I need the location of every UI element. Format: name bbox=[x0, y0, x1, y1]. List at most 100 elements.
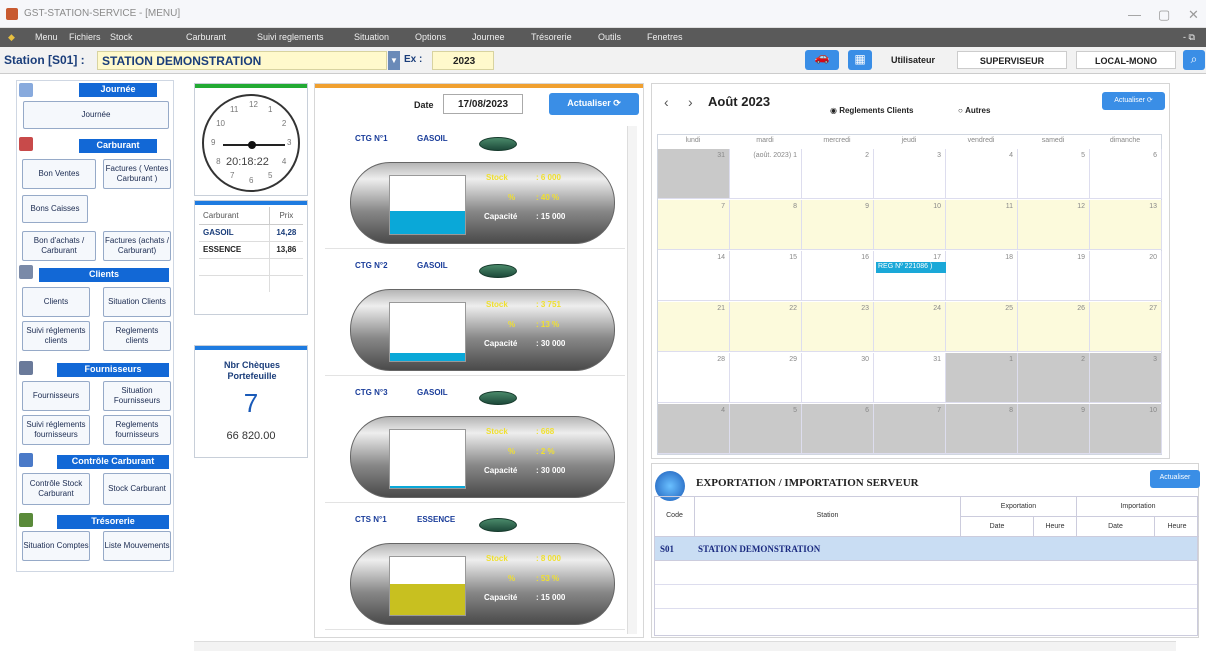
clock-number: 2 bbox=[281, 119, 287, 128]
calendar-day-cell[interactable]: 19 bbox=[1018, 251, 1090, 301]
calendar-day-cell[interactable]: 27 bbox=[1090, 302, 1162, 352]
minimize-button[interactable]: — bbox=[1128, 7, 1141, 22]
calendar-day-cell[interactable]: 23 bbox=[802, 302, 874, 352]
calendar-day-cell[interactable]: 10 bbox=[874, 200, 946, 250]
bon-ventes-button[interactable]: Bon Ventes bbox=[22, 159, 96, 189]
situation-fournisseurs-button[interactable]: Situation Fournisseurs bbox=[103, 381, 171, 411]
calendar-day-cell[interactable]: 25 bbox=[946, 302, 1018, 352]
menu-item-situation[interactable]: Situation bbox=[354, 32, 389, 42]
controle-stock-button[interactable]: Contrôle Stock Carburant bbox=[22, 473, 90, 505]
situation-comptes-button[interactable]: Situation Comptes bbox=[22, 531, 90, 561]
calendar-day-header: mercredi bbox=[823, 137, 851, 144]
tank-stock-value: : 3 751 bbox=[536, 300, 561, 309]
calendar-event[interactable]: REG Nº 221086 ) bbox=[876, 262, 946, 273]
calendar-day-cell[interactable]: 8 bbox=[946, 404, 1018, 454]
calendar-day-cell[interactable]: 4 bbox=[658, 404, 730, 454]
opt-reglements-clients[interactable]: ◉ Reglements Clients bbox=[830, 106, 913, 115]
menu-item-suivi-reglements[interactable]: Suivi reglements bbox=[257, 32, 324, 42]
tanks-scrollbar[interactable] bbox=[627, 126, 637, 634]
calendar-day-cell[interactable]: 24 bbox=[874, 302, 946, 352]
calendar-day-cell[interactable]: 6 bbox=[802, 404, 874, 454]
calendar-day-cell[interactable]: 11 bbox=[946, 200, 1018, 250]
calendar-day-cell[interactable]: 6 bbox=[1090, 149, 1162, 199]
menu-item-fichiers[interactable]: Fichiers bbox=[69, 32, 101, 42]
calendar-day-cell[interactable]: 4 bbox=[946, 149, 1018, 199]
calendar-refresh-button[interactable]: Actualiser ⟳ bbox=[1102, 92, 1165, 110]
menu-item-fenetres[interactable]: Fenetres bbox=[647, 32, 683, 42]
stock-carburant-button[interactable]: Stock Carburant bbox=[103, 473, 171, 505]
calendar-day-cell[interactable]: 31 bbox=[658, 149, 730, 199]
calendar-day-cell[interactable]: 2 bbox=[802, 149, 874, 199]
menu-item-tresorerie[interactable]: Trésorerie bbox=[531, 32, 572, 42]
station-select[interactable]: STATION DEMONSTRATION bbox=[97, 51, 387, 70]
calendar-month: Août 2023 bbox=[708, 94, 771, 109]
reglements-clients-button[interactable]: Reglements clients bbox=[103, 321, 171, 351]
calendar-day-cell[interactable]: 18 bbox=[946, 251, 1018, 301]
menu-item-stock[interactable]: Stock bbox=[110, 32, 133, 42]
calendar-day-cell[interactable]: 26 bbox=[1018, 302, 1090, 352]
bon-achats-button[interactable]: Bon d'achats / Carburant bbox=[22, 231, 96, 261]
bottom-scrollbar[interactable] bbox=[194, 641, 1176, 651]
export-refresh-button[interactable]: Actualiser bbox=[1150, 470, 1200, 488]
search-icon[interactable]: ⌕ bbox=[1183, 50, 1205, 70]
calendar-day-cell[interactable]: 28 bbox=[658, 353, 730, 403]
calendar-next-button[interactable]: › bbox=[688, 94, 693, 110]
station-dropdown-icon[interactable]: ▼ bbox=[388, 51, 400, 70]
calendar-day-cell[interactable]: 9 bbox=[1018, 404, 1090, 454]
calendar-day-cell[interactable]: 5 bbox=[730, 404, 802, 454]
suivi-reglements-clients-button[interactable]: Suivi réglements clients bbox=[22, 321, 90, 351]
close-button[interactable]: ✕ bbox=[1188, 7, 1199, 23]
reglements-fournisseurs-button[interactable]: Reglements fournisseurs bbox=[103, 415, 171, 445]
calendar-day-cell[interactable]: 1 bbox=[946, 353, 1018, 403]
calendar-day-cell[interactable]: 31 bbox=[874, 353, 946, 403]
calendar-day-cell[interactable]: 7 bbox=[658, 200, 730, 250]
table-row[interactable]: S01 STATION DEMONSTRATION bbox=[655, 537, 1197, 561]
calendar-day-cell[interactable]: 17 bbox=[874, 251, 946, 301]
bons-caisses-button[interactable]: Bons Caisses bbox=[22, 195, 88, 223]
factures-ventes-button[interactable]: Factures ( Ventes Carburant ) bbox=[103, 159, 171, 189]
menu-item-options[interactable]: Options bbox=[415, 32, 446, 42]
calendar-day-cell[interactable]: 15 bbox=[730, 251, 802, 301]
car-icon[interactable]: 🚗 bbox=[805, 50, 839, 70]
calendar-day-cell[interactable]: 20 bbox=[1090, 251, 1162, 301]
calendar-day-cell[interactable]: (août. 2023) 1 bbox=[730, 149, 802, 199]
menu-item-journee[interactable]: Journee bbox=[472, 32, 505, 42]
fournisseurs-button[interactable]: Fournisseurs bbox=[22, 381, 90, 411]
calendar-day-cell[interactable]: 10 bbox=[1090, 404, 1162, 454]
calendar-day-cell[interactable]: 2 bbox=[1018, 353, 1090, 403]
calendar-day-cell[interactable]: 3 bbox=[874, 149, 946, 199]
menu-item-carburant[interactable]: Carburant bbox=[186, 32, 226, 42]
exercise-field[interactable]: 2023 bbox=[432, 51, 494, 70]
tanks-refresh-button[interactable]: Actualiser ⟳ bbox=[549, 93, 639, 115]
suivi-reglements-fournisseurs-button[interactable]: Suivi réglements fournisseurs bbox=[22, 415, 90, 445]
menu-item-menu[interactable]: Menu bbox=[35, 32, 58, 42]
factures-achats-button[interactable]: Factures (achats / Carburant) bbox=[103, 231, 171, 261]
menu-item-outils[interactable]: Outils bbox=[598, 32, 621, 42]
calendar-day-cell[interactable]: 13 bbox=[1090, 200, 1162, 250]
calendar-day-cell[interactable]: 3 bbox=[1090, 353, 1162, 403]
calendar-day-cell[interactable]: 16 bbox=[802, 251, 874, 301]
liste-mouvements-button[interactable]: Liste Mouvements bbox=[103, 531, 171, 561]
edit-icon bbox=[19, 453, 33, 467]
tank-fuel: GASOIL bbox=[417, 134, 448, 143]
date-field[interactable]: 17/08/2023 bbox=[443, 94, 523, 114]
tank-stock-value: : 668 bbox=[536, 427, 555, 436]
calendar-day-cell[interactable]: 12 bbox=[1018, 200, 1090, 250]
journee-button[interactable]: Journée bbox=[23, 101, 169, 129]
maximize-button[interactable]: ▢ bbox=[1158, 7, 1170, 23]
calendar-day-cell[interactable]: 7 bbox=[874, 404, 946, 454]
calendar-day-cell[interactable]: 22 bbox=[730, 302, 802, 352]
clients-button[interactable]: Clients bbox=[22, 287, 90, 317]
situation-clients-button[interactable]: Situation Clients bbox=[103, 287, 171, 317]
opt-autres[interactable]: ○ Autres bbox=[958, 106, 990, 115]
calendar-day-cell[interactable]: 8 bbox=[730, 200, 802, 250]
calendar-prev-button[interactable]: ‹ bbox=[664, 94, 669, 110]
mdi-controls[interactable]: - ⧉ bbox=[1183, 32, 1195, 43]
calendar-day-cell[interactable]: 30 bbox=[802, 353, 874, 403]
calendar-day-cell[interactable]: 29 bbox=[730, 353, 802, 403]
calendar-day-cell[interactable]: 5 bbox=[1018, 149, 1090, 199]
calendar-day-cell[interactable]: 9 bbox=[802, 200, 874, 250]
calendar-day-cell[interactable]: 21 bbox=[658, 302, 730, 352]
calendar-day-cell[interactable]: 14 bbox=[658, 251, 730, 301]
calculator-icon[interactable]: ▦ bbox=[848, 50, 872, 70]
